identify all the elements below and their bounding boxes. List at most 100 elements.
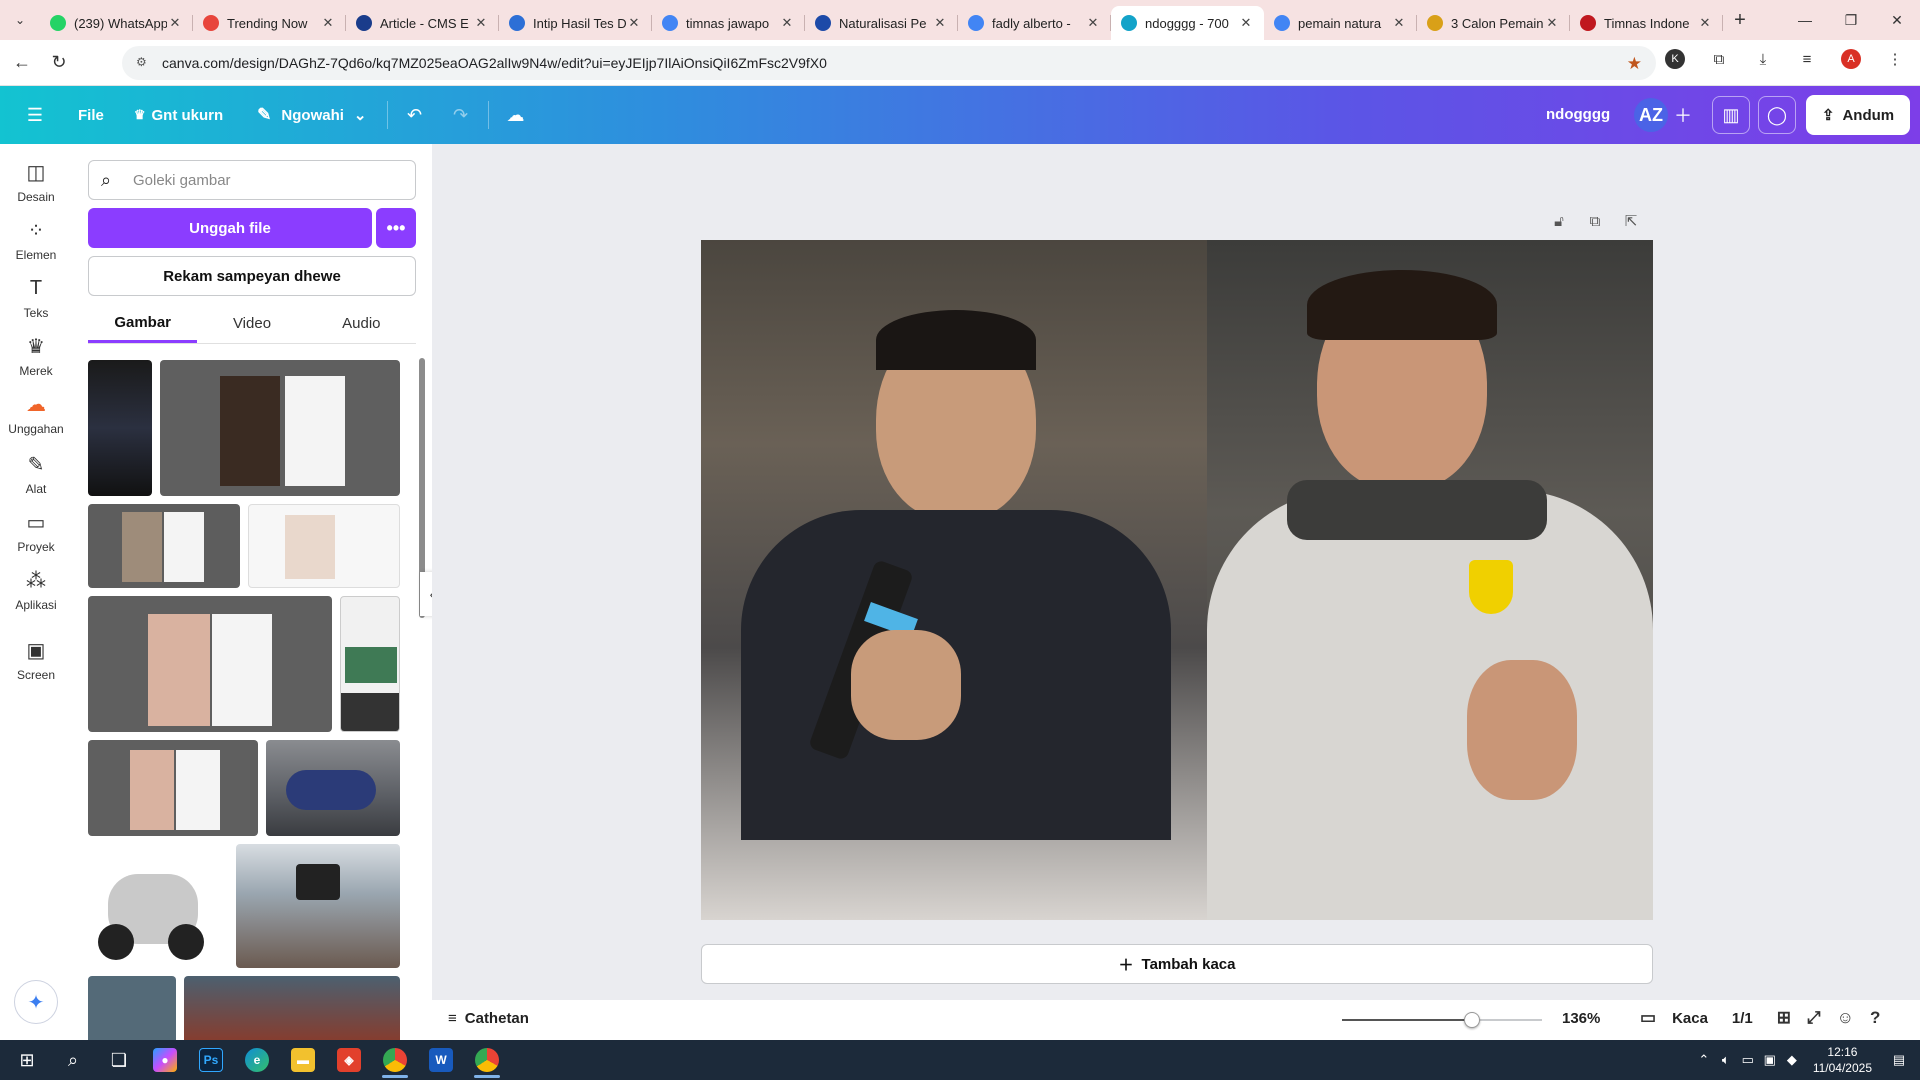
tab-audio[interactable]: Audio bbox=[307, 304, 416, 343]
record-yourself-button[interactable]: Rekam sampeyan dhewe bbox=[88, 256, 416, 296]
media-control-icon[interactable]: ≡ bbox=[1796, 48, 1818, 70]
reload-button[interactable]: ↻ bbox=[44, 48, 74, 78]
file-menu[interactable]: File bbox=[78, 107, 104, 124]
add-collaborator-icon[interactable]: ＋ bbox=[1664, 96, 1702, 134]
close-window-icon[interactable]: ✕ bbox=[1874, 0, 1920, 40]
upload-file-button[interactable]: Unggah file bbox=[88, 208, 372, 248]
download-icon[interactable]: ⤓ bbox=[1752, 48, 1774, 70]
notification-icon[interactable]: ▤ bbox=[1888, 1052, 1910, 1068]
rail-item-merek[interactable]: ♛ Merek bbox=[0, 334, 72, 379]
browser-menu-icon[interactable]: ⋮ bbox=[1884, 48, 1906, 70]
browser-tab[interactable]: (239) WhatsApp ✕ bbox=[40, 6, 193, 40]
upload-thumbnail[interactable] bbox=[184, 976, 400, 1040]
search-icon[interactable]: ⌕ bbox=[50, 1040, 96, 1080]
tab-close-icon[interactable]: ✕ bbox=[1697, 15, 1713, 31]
comment-icon[interactable]: ◯ bbox=[1758, 96, 1796, 134]
panel-scrollbar[interactable] bbox=[418, 348, 426, 1038]
back-button[interactable]: ← bbox=[7, 48, 37, 78]
minimize-icon[interactable]: — bbox=[1782, 0, 1828, 40]
browser-tab[interactable]: Timnas Indone ✕ bbox=[1570, 6, 1723, 40]
rail-item-desain[interactable]: ◫ Desain bbox=[0, 160, 72, 205]
upload-thumbnail[interactable] bbox=[236, 844, 400, 968]
rail-item-teks[interactable]: T Teks bbox=[0, 276, 72, 321]
file-explorer-icon[interactable]: ▬ bbox=[280, 1040, 326, 1080]
restore-icon[interactable]: ❐ bbox=[1828, 0, 1874, 40]
share-button[interactable]: ⇪ Andum bbox=[1806, 95, 1910, 135]
battery-icon[interactable]: ▭ bbox=[1737, 1052, 1759, 1068]
undo-icon[interactable]: ↶ bbox=[396, 96, 434, 134]
bookmark-star-icon[interactable]: ★ bbox=[1627, 54, 1642, 74]
fullscreen-icon[interactable]: ⤢ bbox=[1807, 1008, 1821, 1028]
search-input[interactable]: ⌕ Goleki gambar bbox=[88, 160, 416, 200]
upload-thumbnail[interactable] bbox=[340, 596, 400, 732]
task-view-icon[interactable]: ❏ bbox=[96, 1040, 142, 1080]
upload-thumbnail[interactable] bbox=[248, 504, 400, 588]
tab-video[interactable]: Video bbox=[197, 304, 306, 343]
feedback-smile-icon[interactable]: ☺ bbox=[1837, 1008, 1854, 1028]
profile-avatar[interactable]: A bbox=[1840, 48, 1862, 70]
browser-tab[interactable]: timnas jawapo ✕ bbox=[652, 6, 805, 40]
upload-thumbnail[interactable] bbox=[88, 976, 176, 1040]
notes-button[interactable]: ≡ Cathetan bbox=[448, 1010, 529, 1027]
zoom-value[interactable]: 136% bbox=[1562, 1010, 1600, 1027]
browser-tab[interactable]: 3 Calon Pemain ✕ bbox=[1417, 6, 1570, 40]
volume-icon[interactable]: 🔈︎ bbox=[1715, 1052, 1737, 1068]
upload-thumbnail[interactable] bbox=[88, 360, 152, 496]
grid-view-icon[interactable]: ⊞ bbox=[1777, 1008, 1791, 1028]
tab-close-icon[interactable]: ✕ bbox=[320, 15, 336, 31]
edge-icon[interactable]: e bbox=[234, 1040, 280, 1080]
insights-chart-icon[interactable]: ▥ bbox=[1712, 96, 1750, 134]
windows-start-icon[interactable]: ⊞ bbox=[4, 1040, 50, 1080]
chevron-up-icon[interactable]: ⌃ bbox=[1693, 1052, 1715, 1068]
edit-mode-menu[interactable]: ✎ Ngowahi ⌄ bbox=[257, 105, 366, 125]
upload-thumbnail[interactable] bbox=[88, 740, 258, 836]
app-red-icon[interactable]: ◈ bbox=[326, 1040, 372, 1080]
tab-images[interactable]: Gambar bbox=[88, 304, 198, 343]
browser-tab[interactable]: pemain natura ✕ bbox=[1264, 6, 1417, 40]
rail-item-proyek[interactable]: ▭ Proyek bbox=[0, 510, 72, 555]
tab-close-icon[interactable]: ✕ bbox=[1238, 15, 1254, 31]
lock-icon[interactable]: 🔓︎ bbox=[1548, 210, 1570, 232]
new-tab-button[interactable]: + bbox=[1723, 3, 1757, 37]
rail-item-elemen[interactable]: ⁘ Elemen bbox=[0, 218, 72, 263]
page-counter[interactable]: 1/1 bbox=[1732, 1010, 1753, 1027]
tab-close-icon[interactable]: ✕ bbox=[626, 15, 642, 31]
rail-item-screen[interactable]: ▣ Screen bbox=[0, 638, 72, 683]
tab-close-icon[interactable]: ✕ bbox=[1391, 15, 1407, 31]
tab-close-icon[interactable]: ✕ bbox=[473, 15, 489, 31]
redo-icon[interactable]: ↷ bbox=[442, 96, 480, 134]
upload-thumbnail[interactable] bbox=[160, 360, 400, 496]
hamburger-menu-icon[interactable]: ☰ bbox=[16, 96, 54, 134]
user-avatar[interactable]: AZ bbox=[1634, 98, 1668, 132]
puzzle-icon[interactable]: ⧉ bbox=[1708, 48, 1730, 70]
zoom-slider[interactable] bbox=[1342, 1012, 1542, 1028]
upload-thumbnail[interactable] bbox=[266, 740, 400, 836]
chrome-profile-icon[interactable] bbox=[464, 1040, 510, 1080]
resize-menu[interactable]: ♛ Gnt ukurn bbox=[134, 107, 223, 124]
display-icon[interactable]: ▣ bbox=[1759, 1052, 1781, 1068]
tab-close-icon[interactable]: ✕ bbox=[1544, 15, 1560, 31]
tab-search-button[interactable]: ⌄ bbox=[0, 0, 40, 40]
upload-thumbnail[interactable] bbox=[88, 504, 240, 588]
clock[interactable]: 12:16 11/04/2025 bbox=[1813, 1044, 1872, 1076]
browser-tab[interactable]: Trending Now ✕ bbox=[193, 6, 346, 40]
browser-tab[interactable]: ndogggg - 700 ✕ bbox=[1111, 6, 1264, 40]
cloud-saved-icon[interactable]: ☁ bbox=[497, 96, 535, 134]
help-icon[interactable]: ? bbox=[1870, 1008, 1880, 1028]
word-icon[interactable]: W bbox=[418, 1040, 464, 1080]
chrome-icon[interactable] bbox=[372, 1040, 418, 1080]
add-page-button[interactable]: ＋ Tambah kaca bbox=[701, 944, 1653, 984]
url-bar[interactable]: ⚙ canva.com/design/DAGhZ-7Qd6o/kq7MZ025e… bbox=[122, 46, 1656, 80]
browser-tab[interactable]: fadly alberto - ✕ bbox=[958, 6, 1111, 40]
copilot-icon[interactable]: ● bbox=[142, 1040, 188, 1080]
photoshop-icon[interactable]: Ps bbox=[188, 1040, 234, 1080]
extension-k-icon[interactable]: K bbox=[1664, 48, 1686, 70]
rail-item-aplikasi[interactable]: ⁂ Aplikasi bbox=[0, 568, 72, 613]
tab-close-icon[interactable]: ✕ bbox=[1085, 15, 1101, 31]
design-title[interactable]: ndogggg bbox=[1546, 106, 1610, 123]
wifi-icon[interactable]: ◆ bbox=[1781, 1052, 1803, 1068]
tab-close-icon[interactable]: ✕ bbox=[779, 15, 795, 31]
photo-man-with-microphone[interactable] bbox=[701, 240, 1207, 920]
add-page-icon[interactable]: ⇱ bbox=[1620, 210, 1642, 232]
duplicate-page-icon[interactable]: ⧉ bbox=[1584, 210, 1606, 232]
